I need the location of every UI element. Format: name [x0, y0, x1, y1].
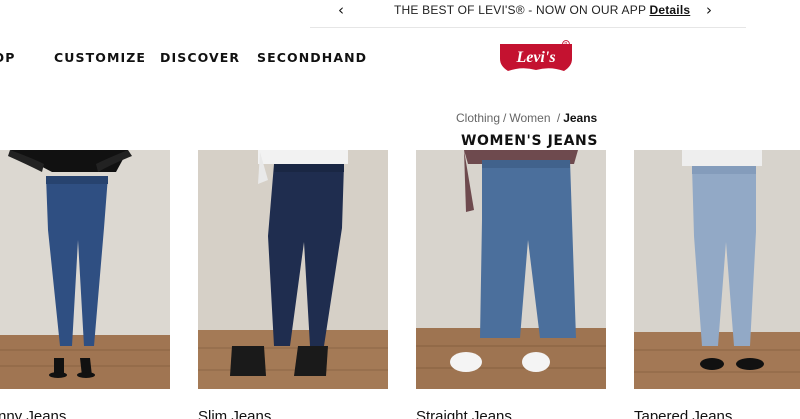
product-name[interactable]: Slim Jeans [198, 408, 271, 419]
chevron-right-icon[interactable]: › [706, 1, 712, 19]
promo-bar: ‹ THE BEST OF LEVI'S® - NOW ON OUR APP D… [0, 0, 800, 24]
nav-item-shop[interactable]: HOP [0, 50, 16, 65]
chevron-left-icon[interactable]: ‹ [338, 1, 344, 19]
breadcrumb-women[interactable]: Women [509, 111, 550, 125]
levis-logo[interactable]: Levi's R [500, 40, 572, 74]
breadcrumb: Clothing / Women / Jeans [456, 111, 598, 125]
product-image[interactable] [416, 150, 606, 389]
promo-text: THE BEST OF LEVI'S® - NOW ON OUR APP [394, 3, 646, 17]
product-card[interactable]: Straight Jeans [416, 150, 606, 419]
nav-item-secondhand[interactable]: SECONDHAND [257, 50, 367, 65]
product-image[interactable] [198, 150, 388, 389]
breadcrumb-current: Jeans [563, 111, 598, 125]
promo-message: THE BEST OF LEVI'S® - NOW ON OUR APP Det… [394, 3, 690, 17]
product-card[interactable]: Slim Jeans [198, 150, 388, 419]
promo-details-link[interactable]: Details [649, 3, 690, 17]
product-card[interactable]: Tapered Jeans [634, 150, 800, 419]
svg-text:R: R [564, 42, 568, 48]
product-name[interactable]: Tapered Jeans [634, 408, 732, 419]
nav-item-discover[interactable]: DISCOVER [160, 50, 240, 65]
promo-divider [310, 27, 746, 28]
logo-text: Levi's [515, 49, 555, 66]
product-image[interactable] [634, 150, 800, 389]
nav-item-customize[interactable]: CUSTOMIZE [54, 50, 146, 65]
product-card[interactable]: nny Jeans [0, 150, 170, 419]
product-name[interactable]: Straight Jeans [416, 408, 512, 419]
breadcrumb-clothing[interactable]: Clothing [456, 111, 500, 125]
page-title: WOMEN'S JEANS [461, 133, 599, 149]
product-image[interactable] [0, 150, 170, 389]
product-name[interactable]: nny Jeans [0, 408, 66, 419]
